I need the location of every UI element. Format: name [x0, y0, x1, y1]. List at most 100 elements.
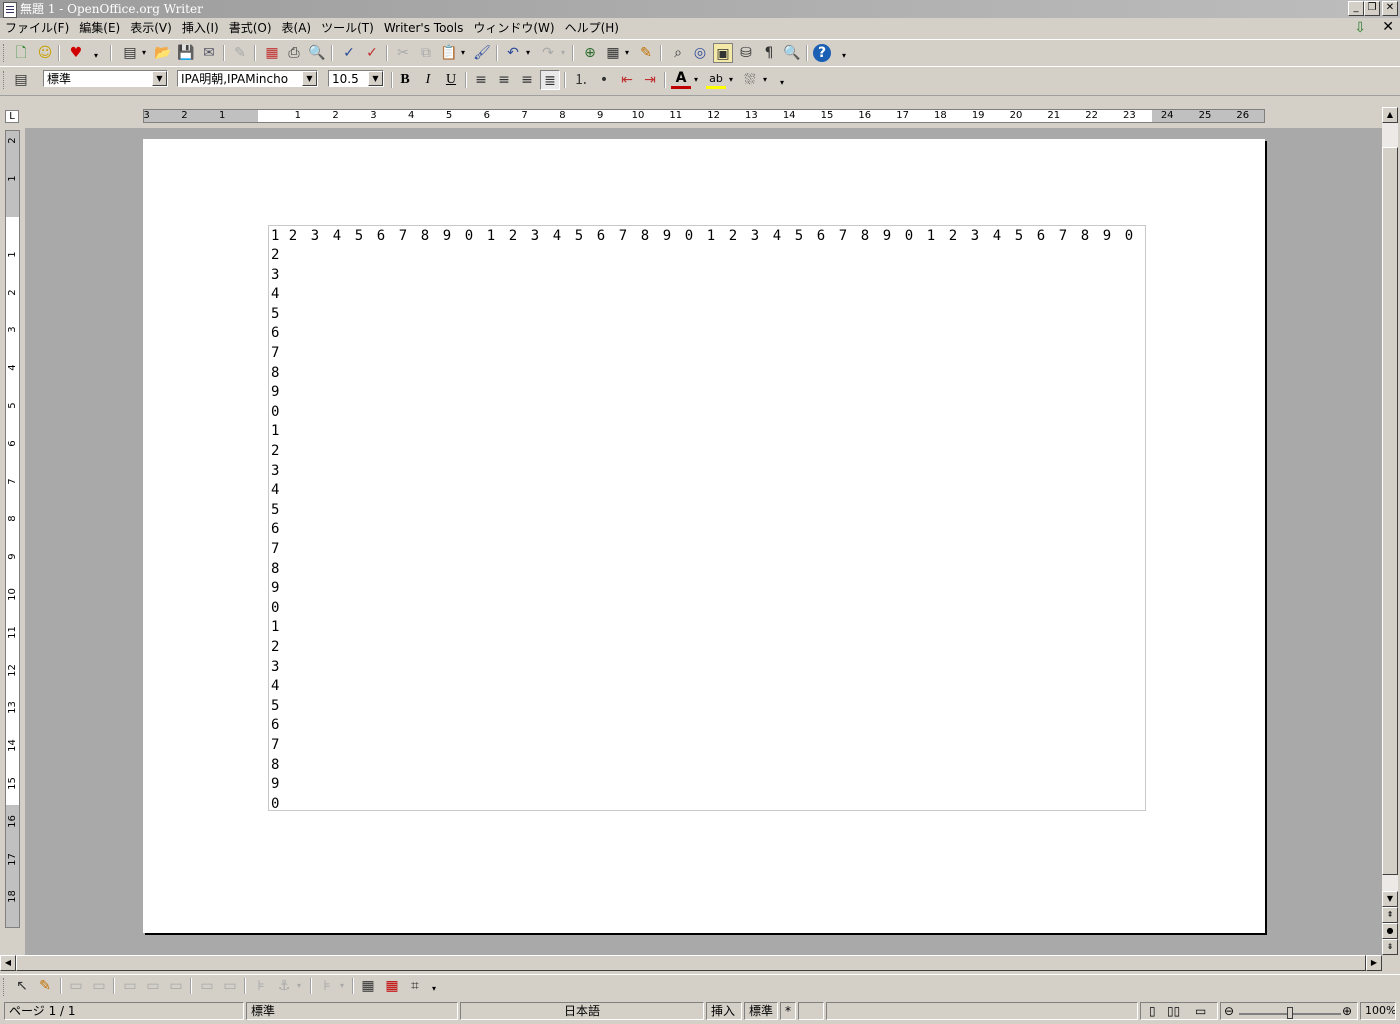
toolbar-overflow-icon[interactable]: ▾: [842, 46, 850, 66]
font-name-combo[interactable]: IPA明朝,IPAMincho ▼: [177, 70, 318, 87]
align-left-icon[interactable]: ≡: [471, 70, 491, 90]
table-dropdown-icon[interactable]: ▾: [625, 43, 633, 63]
vertical-ruler[interactable]: 2 1 1 2 3 4 5 6 7 8 9 10 11 12 13 14 15 16 17 18: [5, 130, 20, 928]
align-center-icon[interactable]: ≡: [494, 70, 514, 90]
draw-functions-icon[interactable]: ✎: [35, 976, 55, 996]
italic-button[interactable]: I: [418, 70, 438, 90]
styles-formatting-icon[interactable]: ▤: [11, 70, 31, 90]
smiley-icon[interactable]: ☺: [35, 43, 55, 63]
vertical-scroll-thumb[interactable]: [1382, 147, 1398, 875]
anchor-dropdown-icon[interactable]: ▾: [297, 976, 305, 996]
highlight-dropdown-icon[interactable]: ▾: [729, 70, 737, 90]
undo-icon[interactable]: ↶: [503, 43, 523, 63]
paste-icon[interactable]: 📋: [439, 43, 459, 63]
font-size-combo[interactable]: 10.5 ▼: [328, 70, 384, 87]
tab-type-selector[interactable]: L: [5, 110, 19, 123]
decrease-indent-icon[interactable]: ⇤: [617, 70, 637, 90]
send-back-icon[interactable]: ▭: [220, 976, 240, 996]
navigation-button[interactable]: ●: [1382, 923, 1398, 939]
wrap-page-icon[interactable]: ▭: [89, 976, 109, 996]
previous-page-button[interactable]: ⇞: [1382, 907, 1398, 923]
font-color-dropdown-icon[interactable]: ▾: [694, 70, 702, 90]
hyperlink-icon[interactable]: ⊕: [580, 43, 600, 63]
menu-edit[interactable]: 編集(E): [74, 18, 125, 39]
font-color-icon[interactable]: A: [671, 70, 691, 89]
templates-dropdown-icon[interactable]: ▾: [142, 43, 150, 63]
zoom-in-icon[interactable]: ⊕: [1342, 1003, 1352, 1019]
zoom-slider-knob[interactable]: [1287, 1007, 1293, 1019]
scroll-up-button[interactable]: ▲: [1382, 107, 1398, 123]
export-pdf-icon[interactable]: ▦: [262, 43, 282, 63]
menu-help[interactable]: ヘルプ(H): [560, 18, 624, 39]
bring-front-icon[interactable]: ▭: [197, 976, 217, 996]
copy-icon[interactable]: ⧉: [416, 43, 436, 63]
gallery-icon[interactable]: ▣: [713, 43, 733, 63]
find-replace-icon[interactable]: ⌕: [668, 43, 688, 63]
restore-button[interactable]: ❐: [1364, 1, 1380, 16]
menu-view[interactable]: 表示(V): [125, 18, 177, 39]
data-sources-icon[interactable]: ⛁: [736, 43, 756, 63]
document-page[interactable]: 1234567890123456789012345678901234567890…: [143, 139, 1265, 933]
menu-insert[interactable]: 挿入(I): [177, 18, 224, 39]
heart-icon[interactable]: ♥: [66, 43, 86, 63]
wrap-contour-icon[interactable]: ▭: [166, 976, 186, 996]
new-document-icon[interactable]: 🗋: [11, 43, 31, 63]
print-icon[interactable]: ⎙: [284, 43, 304, 63]
page-indicator[interactable]: ページ 1 / 1: [4, 1002, 244, 1020]
menu-table[interactable]: 表(A): [277, 18, 317, 39]
arrange-icon[interactable]: ⊧: [251, 976, 271, 996]
underline-button[interactable]: U: [441, 70, 461, 90]
menu-tools[interactable]: ツール(T): [316, 18, 379, 39]
horizontal-ruler[interactable]: 3 2 1 1 2 3 4 5 6 7 8 9 10 11 12 13 14 15 16 17 18 19 20 21 22 23…: [143, 109, 1265, 123]
horizontal-scrollbar[interactable]: ◀ ▶: [0, 955, 1382, 971]
wrap-optimal-icon[interactable]: ▭: [143, 976, 163, 996]
zoom-level[interactable]: 100%: [1360, 1002, 1396, 1020]
toolbar-overflow-icon[interactable]: ▾: [94, 46, 102, 66]
menu-window[interactable]: ウィンドウ(W): [468, 18, 559, 39]
undo-dropdown-icon[interactable]: ▾: [526, 43, 534, 63]
language-indicator[interactable]: 日本語: [460, 1002, 704, 1020]
save-icon[interactable]: 💾: [176, 43, 196, 63]
select-icon[interactable]: ↖: [12, 976, 32, 996]
vertical-scrollbar[interactable]: ▲ ▼ ⇞ ● ⇟: [1382, 107, 1398, 955]
cut-icon[interactable]: ✂: [393, 43, 413, 63]
background-color-dropdown-icon[interactable]: ▾: [763, 70, 771, 90]
align-objects-icon[interactable]: ⊧: [317, 976, 337, 996]
zoom-out-icon[interactable]: ⊖: [1224, 1003, 1234, 1019]
menu-writers-tools[interactable]: Writer's Tools: [379, 18, 469, 39]
minimize-button[interactable]: _: [1348, 1, 1364, 16]
highlight-icon[interactable]: ab: [706, 70, 726, 89]
wrap-through-icon[interactable]: ▭: [120, 976, 140, 996]
text-area[interactable]: 1234567890123456789012345678901234567890…: [268, 225, 1146, 812]
wrap-off-icon[interactable]: ▭: [66, 976, 86, 996]
menu-file[interactable]: ファイル(F): [0, 18, 74, 39]
selection-mode-indicator[interactable]: 標準: [744, 1002, 778, 1020]
horizontal-scroll-thumb[interactable]: [16, 955, 1366, 971]
show-draw-functions-icon[interactable]: ✎: [636, 43, 656, 63]
formatting-marks-icon[interactable]: ¶: [759, 43, 779, 63]
spellcheck-icon[interactable]: ✓: [339, 43, 359, 63]
toolbar-overflow-icon[interactable]: ▾: [432, 979, 440, 999]
navigator-icon[interactable]: ◎: [690, 43, 710, 63]
clone-formatting-icon[interactable]: 🖌: [472, 43, 492, 63]
align-right-icon[interactable]: ≡: [517, 70, 537, 90]
background-color-icon[interactable]: ⛆: [740, 70, 760, 90]
open-icon[interactable]: 📂: [153, 43, 173, 63]
bold-button[interactable]: B: [395, 70, 415, 90]
toolbar-grip[interactable]: [3, 44, 7, 62]
redo-dropdown-icon[interactable]: ▾: [561, 43, 569, 63]
menu-format[interactable]: 書式(O): [224, 18, 277, 39]
multi-page-view-icon[interactable]: ▯▯: [1167, 1003, 1180, 1019]
scroll-down-button[interactable]: ▼: [1382, 891, 1398, 907]
paste-dropdown-icon[interactable]: ▾: [461, 43, 469, 63]
align-dropdown-icon[interactable]: ▾: [340, 976, 348, 996]
single-page-view-icon[interactable]: ▯: [1149, 1003, 1156, 1019]
redo-icon[interactable]: ↷: [538, 43, 558, 63]
document-close-button[interactable]: ✕: [1382, 19, 1394, 35]
grid-icon[interactable]: ▦: [358, 976, 378, 996]
help-icon[interactable]: ?: [813, 44, 831, 62]
update-download-icon[interactable]: ⇩: [1354, 20, 1366, 36]
chevron-down-icon[interactable]: ▼: [302, 71, 317, 86]
email-icon[interactable]: ✉: [199, 43, 219, 63]
anchor-icon[interactable]: ⚓: [274, 976, 294, 996]
